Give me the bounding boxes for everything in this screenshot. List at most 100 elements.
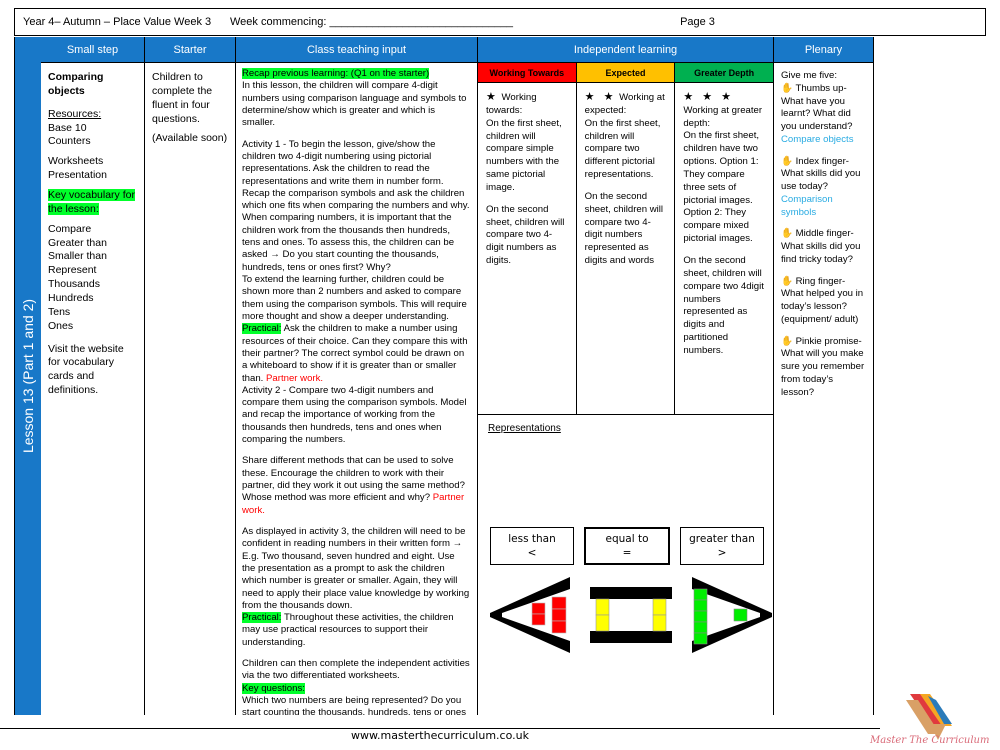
star-rating: ★	[486, 91, 499, 103]
extend-note: To extend the learning further, children…	[242, 274, 467, 322]
symbol-card-equal-to: equal to =	[584, 527, 670, 565]
lesson-plan-table: Lesson 13 (Part 1 and 2) Small step Comp…	[14, 37, 986, 715]
teaching-body: Recap previous learning: (Q1 on the star…	[236, 63, 477, 715]
document-header: Year 4– Autumn – Place Value Week 3 Week…	[14, 8, 986, 36]
band-body-expected: ★ ★ Working at expected: On the first sh…	[577, 83, 675, 414]
representations-panel: Representations less than < equal to = g…	[478, 415, 773, 715]
star-rating: ★ ★ ★	[683, 91, 735, 103]
resource-item: Base 10	[48, 121, 87, 134]
column-class-teaching-input: Class teaching input Recap previous lear…	[236, 37, 478, 715]
vocab-item: Ones	[48, 319, 74, 332]
vocab-item: Greater than	[48, 236, 107, 249]
band-para-2: On the second sheet, children will compa…	[683, 255, 764, 356]
hand-icon: ✋	[781, 335, 793, 347]
starter-body: Children to complete the fluent in four …	[145, 63, 235, 715]
material-item: Presentation	[48, 169, 107, 182]
band-para-1: On the first sheet, children will compar…	[584, 117, 661, 181]
symbol-label-row: less than < equal to = greater than >	[490, 527, 764, 565]
cubes-left-green	[693, 588, 708, 645]
lesson-plan-page: Year 4– Autumn – Place Value Week 3 Week…	[0, 0, 1000, 750]
page-number: Page 3	[680, 16, 715, 28]
key-questions-body: Which two numbers are being represented?…	[242, 695, 467, 715]
cubes-left-red	[531, 602, 546, 626]
material-item: Worksheets	[48, 155, 104, 168]
resource-item: Counters	[48, 135, 91, 148]
practical-label-2: Practical:	[242, 612, 282, 624]
symbol-name: less than	[508, 532, 556, 545]
band-body-working-towards: ★ Working towards: On the first sheet, c…	[478, 83, 576, 414]
band-lead: Working at greater depth:	[683, 104, 763, 129]
column-header-small-step: Small step	[41, 37, 144, 63]
brand-logo-text: Master The Curriculum	[870, 735, 990, 746]
greater-than-graphic	[692, 577, 772, 653]
activity-1: Activity 1 - To begin the lesson, give/s…	[242, 138, 470, 212]
representations-title: Representations	[488, 423, 561, 434]
column-header-independent-learning: Independent learning	[478, 37, 773, 63]
symbol-name: equal to	[605, 532, 649, 545]
symbol-card-less-than: less than <	[490, 527, 574, 565]
band-para-2: On the second sheet, children will compa…	[584, 190, 664, 267]
plenary-item-label: Pinkie promise-	[795, 335, 862, 347]
band-body-greater-depth: ★ ★ ★ Working at greater depth: On the f…	[675, 83, 773, 414]
small-step-body: Comparing objects Resources: Base 10 Cou…	[41, 63, 144, 715]
lesson-spine: Lesson 13 (Part 1 and 2)	[15, 37, 41, 715]
cubes-left-yellow	[595, 598, 610, 632]
footer-url: www.masterthecurriculum.co.uk	[351, 729, 529, 742]
plenary-item-label: Thumbs up-	[795, 82, 847, 94]
symbol-glyph: >	[717, 547, 727, 559]
band-working-towards: Working Towards ★ Working towards: On th…	[478, 63, 577, 414]
band-header-expected: Expected	[576, 63, 675, 83]
vocab-item: Hundreds	[48, 292, 94, 305]
activity-1b: When comparing numbers, it is important …	[242, 212, 455, 273]
column-header-plenary: Plenary	[774, 37, 873, 63]
key-questions-label: Key questions:	[242, 682, 305, 694]
plenary-item-label: Ring finger-	[795, 275, 846, 287]
column-starter: Starter Children to complete the fluent …	[145, 37, 236, 715]
week-commencing-field[interactable]: Week commencing: _______________________…	[230, 16, 530, 28]
key-vocabulary-heading: Key vocabulary for the lesson:	[48, 189, 135, 215]
plenary-item-label: Middle finger-	[795, 228, 854, 240]
partner-work-1: Partner work.	[266, 372, 324, 384]
band-para-1: On the first sheet, children will compar…	[486, 117, 562, 193]
vocab-item: Represent	[48, 264, 97, 277]
plenary-item-question: What helped you in today’s lesson? (equi…	[781, 288, 864, 325]
column-header-class-teaching-input: Class teaching input	[236, 37, 477, 63]
column-header-starter: Starter	[145, 37, 235, 63]
activity-3: As displayed in activity 3, the children…	[242, 525, 470, 611]
plenary-item-question: What will you make sure you remember fro…	[781, 348, 865, 398]
hand-icon: ✋	[781, 155, 793, 167]
comparison-symbol-graphics	[490, 577, 772, 653]
hand-icon: ✋	[781, 275, 793, 287]
vocab-item: Tens	[48, 305, 71, 318]
column-small-step: Small step Comparing objects Resources: …	[41, 37, 145, 715]
vocab-item: Smaller than	[48, 250, 107, 263]
starter-text: Children to complete the fluent in four …	[152, 71, 213, 125]
cubes-right-yellow	[652, 598, 667, 632]
plenary-body: Give me five: ✋ Thumbs up- What have you…	[774, 63, 873, 715]
cubes-right-green	[733, 608, 748, 622]
hand-icon: ✋	[781, 228, 793, 240]
activity-2: Activity 2 - Compare two 4-digit numbers…	[242, 384, 467, 446]
small-step-title: Comparing objects	[48, 71, 104, 97]
recap-heading: Recap previous learning: (Q1 on the star…	[242, 68, 430, 79]
column-plenary: Plenary Give me five: ✋ Thumbs up- What …	[774, 37, 874, 715]
plenary-item-question: What have you learnt? What did you under…	[781, 95, 853, 133]
symbol-glyph: =	[622, 547, 632, 559]
plenary-intro: Give me five:	[781, 70, 837, 81]
starter-availability: (Available soon)	[152, 132, 228, 145]
vocab-item: Compare	[48, 222, 92, 235]
plenary-item-label: Index finger-	[795, 155, 849, 167]
lesson-spine-label: Lesson 13 (Part 1 and 2)	[20, 298, 36, 454]
plenary-item-answer: Comparison symbols	[781, 193, 833, 218]
symbol-card-greater-than: greater than >	[680, 527, 764, 565]
plenary-item-question: What skills did you use today?	[781, 168, 861, 192]
symbol-glyph: <	[527, 547, 537, 559]
column-independent-learning: Independent learning Working Towards ★ W…	[478, 37, 774, 715]
band-expected: Expected ★ ★ Working at expected: On the…	[576, 63, 676, 414]
band-para-2: On the second sheet, children will compa…	[486, 203, 565, 267]
share-methods: Share different methods that can be used…	[242, 455, 465, 504]
resources-label: Resources:	[48, 107, 102, 120]
band-header-working-towards: Working Towards	[478, 63, 576, 83]
website-note: Visit the website for vocabulary cards a…	[48, 342, 124, 397]
cubes-right-red	[551, 596, 567, 634]
